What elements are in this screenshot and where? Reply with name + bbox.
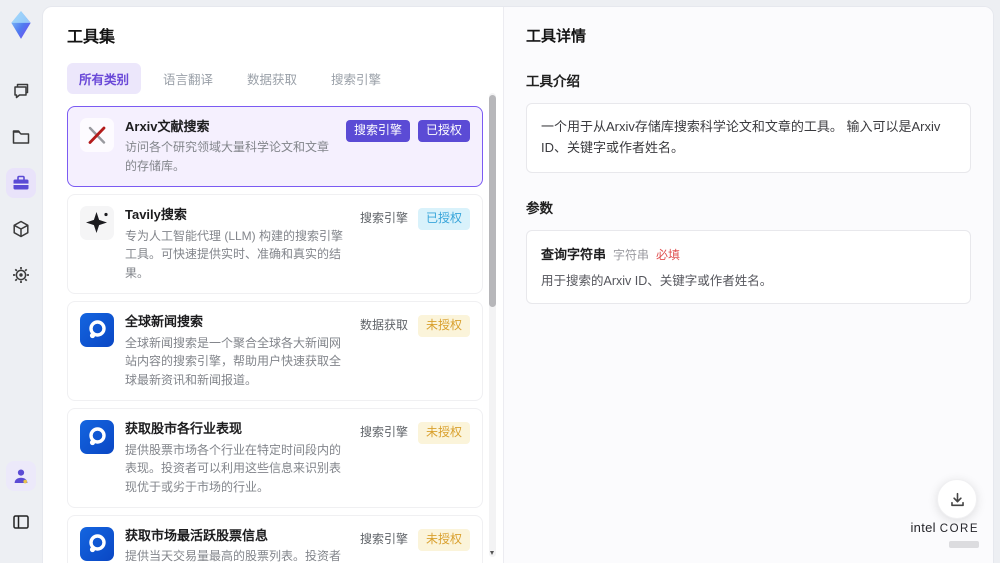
tool-icon xyxy=(80,118,114,152)
param-name: 查询字符串 xyxy=(541,246,607,262)
app-root: 工具集 所有类别 语言翻译 数据获取 搜索引擎 Arxiv文献搜索 访问各个研究… xyxy=(0,0,1000,563)
auth-status-badge: 已授权 xyxy=(417,208,470,230)
auth-status-badge: 已授权 xyxy=(417,120,470,142)
intel-core-sub-mark xyxy=(949,541,979,548)
tool-name: Arxiv文献搜索 xyxy=(125,119,210,134)
tool-card[interactable]: 获取市场最活跃股票信息 提供当天交易量最高的股票列表。投资者可以利用这些信息来识… xyxy=(67,515,483,563)
tool-name: 获取市场最活跃股票信息 xyxy=(125,528,269,544)
tool-main: Tavily搜索 专为人工智能代理 (LLM) 构建的搜索引擎工具。可快速提供实… xyxy=(125,206,350,282)
param-desc: 用于搜索的Arxiv ID、关键字或作者姓名。 xyxy=(541,273,773,288)
cube-icon[interactable] xyxy=(6,214,36,244)
chat-icon[interactable] xyxy=(6,76,36,106)
list-scrollbar[interactable] xyxy=(489,93,496,557)
settings-gear-icon[interactable] xyxy=(6,260,36,290)
download-button[interactable] xyxy=(937,479,977,519)
page-title: 工具集 xyxy=(67,29,116,46)
folder-icon[interactable] xyxy=(6,122,36,152)
param-required-badge: 必填 xyxy=(656,247,681,262)
left-rail xyxy=(0,0,42,563)
detail-title: 工具详情 xyxy=(526,28,587,45)
auth-status-badge: 未授权 xyxy=(417,315,470,337)
tool-icon xyxy=(80,527,114,562)
tool-description: 全球新闻搜索是一个聚合全球各大新闻网站内容的搜索引擎，帮助用户快速获取全球最新资… xyxy=(125,335,342,387)
panel-toggle-icon[interactable] xyxy=(6,507,36,537)
tool-tags: 搜索引擎 未授权 xyxy=(358,422,470,444)
tool-description: 专为人工智能代理 (LLM) 构建的搜索引擎工具。可快速提供实时、准确和真实的结… xyxy=(125,228,344,280)
intro-text: 一个用于从Arxiv存储库搜索科学论文和文章的工具。 输入可以是Arxiv ID… xyxy=(541,119,941,155)
tool-list: Arxiv文献搜索 访问各个研究领域大量科学论文和文章的存储库。 搜索引擎 已授… xyxy=(67,106,483,563)
params-heading: 参数 xyxy=(526,200,553,216)
tool-main: 全球新闻搜索 全球新闻搜索是一个聚合全球各大新闻网站内容的搜索引擎，帮助用户快速… xyxy=(125,313,350,389)
main-window: 工具集 所有类别 语言翻译 数据获取 搜索引擎 Arxiv文献搜索 访问各个研究… xyxy=(42,6,994,563)
tool-card[interactable]: 获取股市各行业表现 提供股票市场各个行业在特定时间段内的表现。投资者可以利用这些… xyxy=(67,408,483,509)
tab-label: 搜索引擎 xyxy=(331,73,382,87)
tool-tags: 搜索引擎 已授权 xyxy=(358,208,470,230)
scrollbar-down-arrow[interactable] xyxy=(490,551,494,555)
tool-main: 获取股市各行业表现 提供股票市场各个行业在特定时间段内的表现。投资者可以利用这些… xyxy=(125,420,350,496)
tool-description: 访问各个研究领域大量科学论文和文章的存储库。 xyxy=(125,140,330,173)
tool-name: 获取股市各行业表现 xyxy=(125,421,243,437)
tool-card[interactable]: Tavily搜索 专为人工智能代理 (LLM) 构建的搜索引擎工具。可快速提供实… xyxy=(67,194,483,295)
tool-tags: 搜索引擎 已授权 xyxy=(345,120,470,142)
tool-name: Tavily搜索 xyxy=(125,207,187,223)
category-tab[interactable]: 所有类别 xyxy=(67,63,142,94)
tool-main: 获取市场最活跃股票信息 提供当天交易量最高的股票列表。投资者可以利用这些信息来识… xyxy=(125,527,350,563)
tool-description: 提供当天交易量最高的股票列表。投资者可以利用这些信息来识别流动性强的股票和潜在的… xyxy=(125,549,342,563)
category-badge: 搜索引擎 xyxy=(359,425,408,440)
tab-label: 所有类别 xyxy=(79,73,130,87)
download-icon xyxy=(950,492,964,506)
tool-icon xyxy=(80,313,114,348)
category-tab[interactable]: 语言翻译 xyxy=(151,63,225,94)
category-badge: 数据获取 xyxy=(359,318,408,333)
param-head: 查询字符串 字符串 必填 xyxy=(541,244,956,263)
param-box: 查询字符串 字符串 必填 用于搜索的Arxiv ID、关键字或作者姓名。 xyxy=(526,229,971,305)
tool-icon xyxy=(80,206,114,241)
category-badge: 搜索引擎 xyxy=(345,120,410,142)
tool-icon xyxy=(80,420,114,455)
category-badge: 搜索引擎 xyxy=(359,211,408,226)
scrollbar-thumb[interactable] xyxy=(489,95,496,307)
tool-tags: 数据获取 未授权 xyxy=(358,315,470,337)
tool-name: 全球新闻搜索 xyxy=(125,314,204,330)
tool-detail-panel: 工具详情 工具介绍 一个用于从Arxiv存储库搜索科学论文和文章的工具。 输入可… xyxy=(503,7,993,563)
category-tab[interactable]: 搜索引擎 xyxy=(319,63,393,94)
tool-main: Arxiv文献搜索 访问各个研究领域大量科学论文和文章的存储库。 xyxy=(125,118,338,175)
tab-label: 语言翻译 xyxy=(163,73,214,87)
intel-brand-text: intel xyxy=(910,520,936,535)
param-type: 字符串 xyxy=(613,247,650,262)
toolbox-icon-active-nav[interactable] xyxy=(6,168,36,198)
tool-card[interactable]: Arxiv文献搜索 访问各个研究领域大量科学论文和文章的存储库。 搜索引擎 已授… xyxy=(67,106,483,188)
tool-list-panel: 工具集 所有类别 语言翻译 数据获取 搜索引擎 Arxiv文献搜索 访问各个研究… xyxy=(43,7,503,563)
app-logo-icon[interactable] xyxy=(6,10,36,40)
auth-status-badge: 未授权 xyxy=(417,422,470,444)
tool-tags: 搜索引擎 未授权 xyxy=(358,529,470,551)
category-badge: 搜索引擎 xyxy=(359,532,408,547)
intro-heading: 工具介绍 xyxy=(526,74,580,89)
core-brand-text: CORE xyxy=(939,523,979,535)
rail-bottom xyxy=(6,461,36,563)
tab-label: 数据获取 xyxy=(247,73,298,87)
intel-core-logo: intel CORE xyxy=(910,520,979,553)
intro-box: 一个用于从Arxiv存储库搜索科学论文和文章的工具。 输入可以是Arxiv ID… xyxy=(526,103,971,173)
auth-status-badge: 未授权 xyxy=(417,529,470,551)
user-icon[interactable] xyxy=(6,461,36,491)
tool-description: 提供股票市场各个行业在特定时间段内的表现。投资者可以利用这些信息来识别表现优于或… xyxy=(125,442,342,494)
category-tab[interactable]: 数据获取 xyxy=(235,63,309,94)
category-tabs: 所有类别 语言翻译 数据获取 搜索引擎 xyxy=(67,63,483,94)
tool-card[interactable]: 全球新闻搜索 全球新闻搜索是一个聚合全球各大新闻网站内容的搜索引擎，帮助用户快速… xyxy=(67,301,483,402)
